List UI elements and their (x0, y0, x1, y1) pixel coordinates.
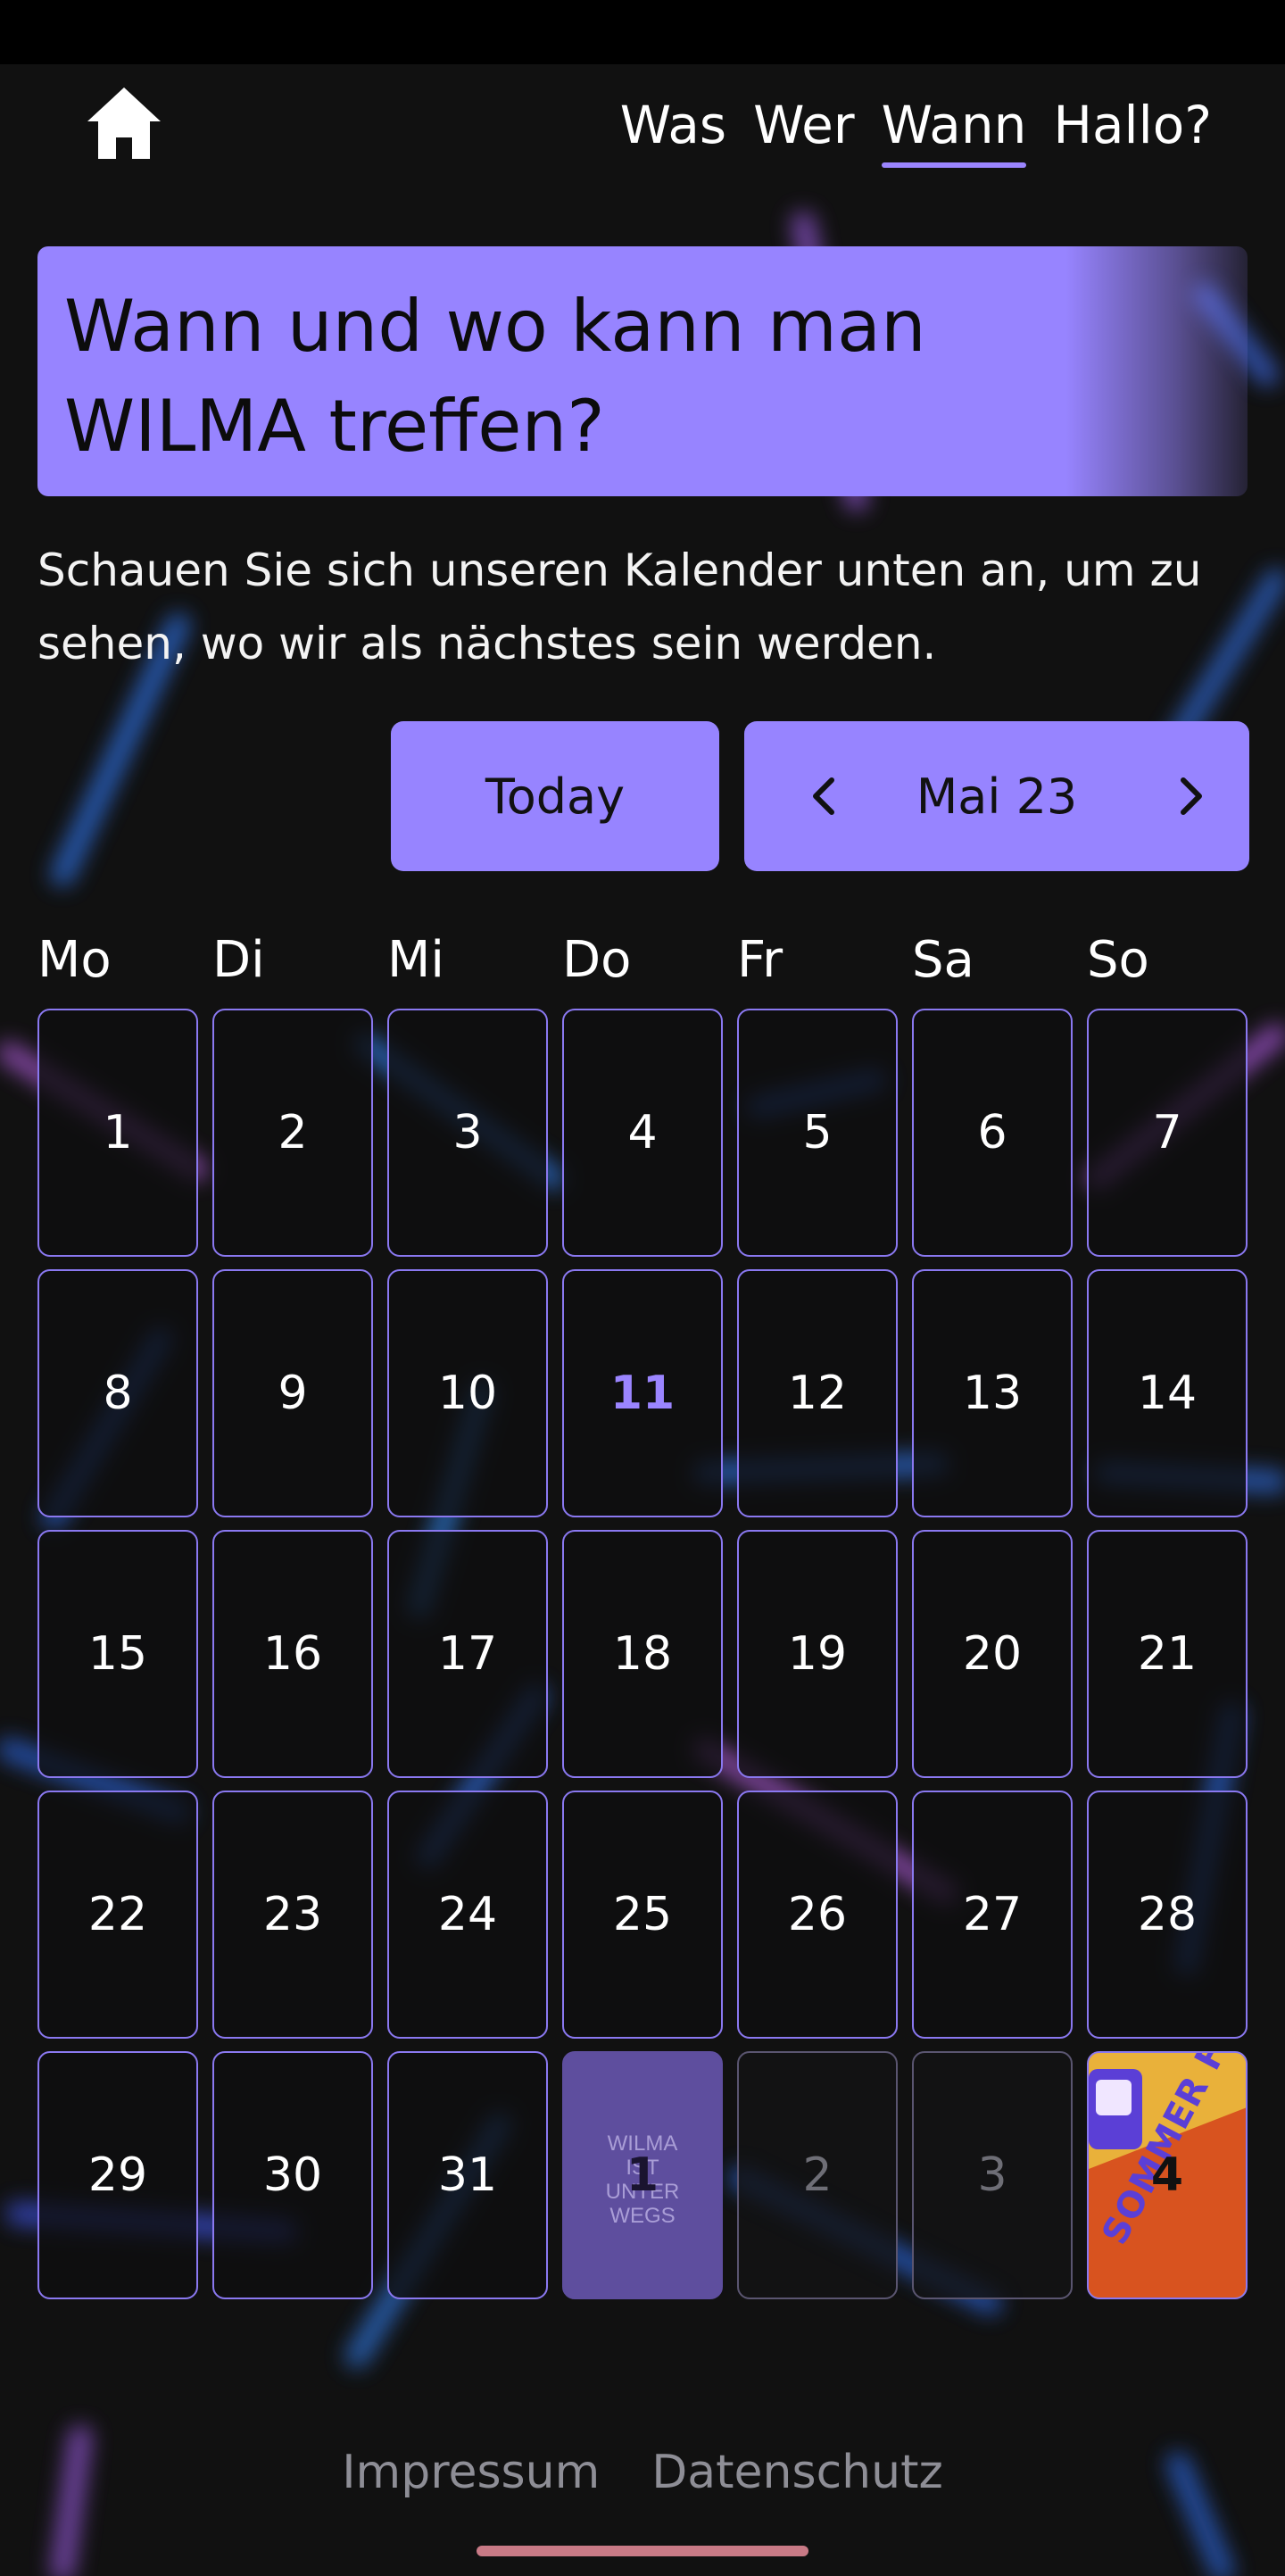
calendar-day[interactable]: 28 (1087, 1791, 1248, 2039)
nav-wer[interactable]: Wer (753, 89, 854, 161)
day-number: 3 (452, 1106, 483, 1159)
day-number: 18 (612, 1627, 673, 1681)
calendar-day[interactable]: 15 (37, 1530, 198, 1778)
nav-hallo[interactable]: Hallo? (1053, 89, 1212, 161)
day-number: 1 (103, 1106, 133, 1159)
calendar-day[interactable]: 12 (737, 1269, 898, 1517)
day-number: 7 (1152, 1106, 1182, 1159)
day-number: 28 (1137, 1888, 1198, 1941)
calendar-day[interactable]: 30 (212, 2051, 373, 2299)
day-number: 12 (787, 1367, 848, 1420)
calendar-day[interactable]: 6 (912, 1009, 1073, 1257)
day-number: 9 (278, 1367, 308, 1420)
day-number: 14 (1137, 1367, 1198, 1420)
day-number: 22 (87, 1888, 148, 1941)
calendar-day[interactable]: 29 (37, 2051, 198, 2299)
day-number: 21 (1137, 1627, 1198, 1681)
day-number: 4 (627, 1106, 658, 1159)
today-button[interactable]: Today (391, 721, 719, 871)
calendar-day[interactable]: 1 (37, 1009, 198, 1257)
calendar-day[interactable]: 22 (37, 1791, 198, 2039)
day-number: 20 (962, 1627, 1023, 1681)
datenschutz-link[interactable]: Datenschutz (651, 2446, 943, 2526)
day-number: 30 (262, 2148, 323, 2202)
day-number: 23 (262, 1888, 323, 1941)
weekday-label: Fr (737, 931, 783, 989)
month-navigator: Mai 23 (744, 721, 1249, 871)
calendar-day[interactable]: 7 (1087, 1009, 1248, 1257)
calendar-controls: Today Mai 23 (0, 721, 1285, 873)
weekday-label: Di (212, 931, 265, 989)
day-number: 8 (103, 1367, 133, 1420)
intro-text: Schauen Sie sich unseren Kalender unten … (37, 544, 1202, 669)
day-number: 2 (278, 1106, 308, 1159)
day-number: 10 (437, 1367, 498, 1420)
calendar-day[interactable]: 31 (387, 2051, 548, 2299)
day-number: 29 (87, 2148, 148, 2202)
weekday-label: Do (562, 931, 632, 989)
day-number: 6 (977, 1106, 1007, 1159)
day-number: 5 (802, 1106, 833, 1159)
calendar-day[interactable]: 10 (387, 1269, 548, 1517)
day-number: 2 (802, 2148, 833, 2202)
day-number: 3 (977, 2148, 1007, 2202)
calendar-day[interactable]: 17 (387, 1530, 548, 1778)
month-label: Mai 23 (916, 768, 1078, 825)
calendar-day[interactable]: 8 (37, 1269, 198, 1517)
calendar-day[interactable]: 14 (1087, 1269, 1248, 1517)
weekday-label: Mo (37, 931, 112, 989)
calendar-day-event[interactable]: SOMMER FEST 4 (1087, 2051, 1248, 2299)
day-number: 19 (787, 1627, 848, 1681)
day-number: 27 (962, 1888, 1023, 1941)
weekday-label: Mi (387, 931, 444, 989)
impressum-link[interactable]: Impressum (342, 2446, 600, 2526)
weekday-header: Mo Di Mi Do Fr Sa So (37, 925, 1251, 996)
calendar-day[interactable]: 3 (387, 1009, 548, 1257)
day-number: 17 (437, 1627, 498, 1681)
day-number: 4 (1150, 2148, 1184, 2202)
calendar-day[interactable]: 2 (212, 1009, 373, 1257)
home-icon[interactable] (84, 82, 164, 162)
day-number: 24 (437, 1888, 498, 1941)
calendar-day[interactable]: 19 (737, 1530, 898, 1778)
day-number: 26 (787, 1888, 848, 1941)
day-number: 16 (262, 1627, 323, 1681)
day-number: 11 (609, 1367, 676, 1420)
calendar-day[interactable]: 20 (912, 1530, 1073, 1778)
calendar-day[interactable]: 4 (562, 1009, 723, 1257)
weekday-label: So (1087, 931, 1149, 989)
calendar-day[interactable]: 21 (1087, 1530, 1248, 1778)
calendar-day[interactable]: 25 (562, 1791, 723, 2039)
calendar-day-next-month[interactable]: 2 (737, 2051, 898, 2299)
day-number: 1 (626, 2148, 659, 2202)
calendar-day-next-month[interactable]: 3 (912, 2051, 1073, 2299)
day-number: 25 (612, 1888, 673, 1941)
weekday-label: Sa (912, 931, 974, 989)
nav-wann[interactable]: Wann (881, 89, 1026, 168)
day-number: 13 (962, 1367, 1023, 1420)
calendar-day[interactable]: 27 (912, 1791, 1073, 2039)
calendar-day[interactable]: 9 (212, 1269, 373, 1517)
calendar-day-today[interactable]: 11 (562, 1269, 723, 1517)
nav-was[interactable]: Was (620, 89, 726, 161)
footer: Impressum Datenschutz (0, 2446, 1285, 2526)
day-number: 15 (87, 1627, 148, 1681)
day-number: 31 (437, 2148, 498, 2202)
calendar-day[interactable]: 24 (387, 1791, 548, 2039)
header: Was Wer Wann Hallo? (0, 64, 1285, 207)
calendar-day[interactable]: 18 (562, 1530, 723, 1778)
calendar-day[interactable]: 23 (212, 1791, 373, 2039)
calendar-grid: 1 2 3 4 5 6 7 8 9 10 11 12 13 14 15 16 1… (37, 1009, 1251, 2303)
status-bar (0, 0, 1285, 64)
calendar-day[interactable]: 26 (737, 1791, 898, 2039)
page-title: Wann und wo kann man WILMA treffen? (64, 285, 926, 468)
calendar-day[interactable]: 5 (737, 1009, 898, 1257)
calendar-day[interactable]: 16 (212, 1530, 373, 1778)
chevron-right-icon[interactable] (1164, 769, 1217, 823)
hero-banner: Wann und wo kann man WILMA treffen? (37, 246, 1248, 496)
main-nav: Was Wer Wann Hallo? (620, 89, 1212, 168)
calendar-day[interactable]: 13 (912, 1269, 1073, 1517)
calendar-day-event[interactable]: WILMA IST UNTER WEGS 1 (562, 2051, 723, 2299)
home-indicator (477, 2546, 808, 2556)
